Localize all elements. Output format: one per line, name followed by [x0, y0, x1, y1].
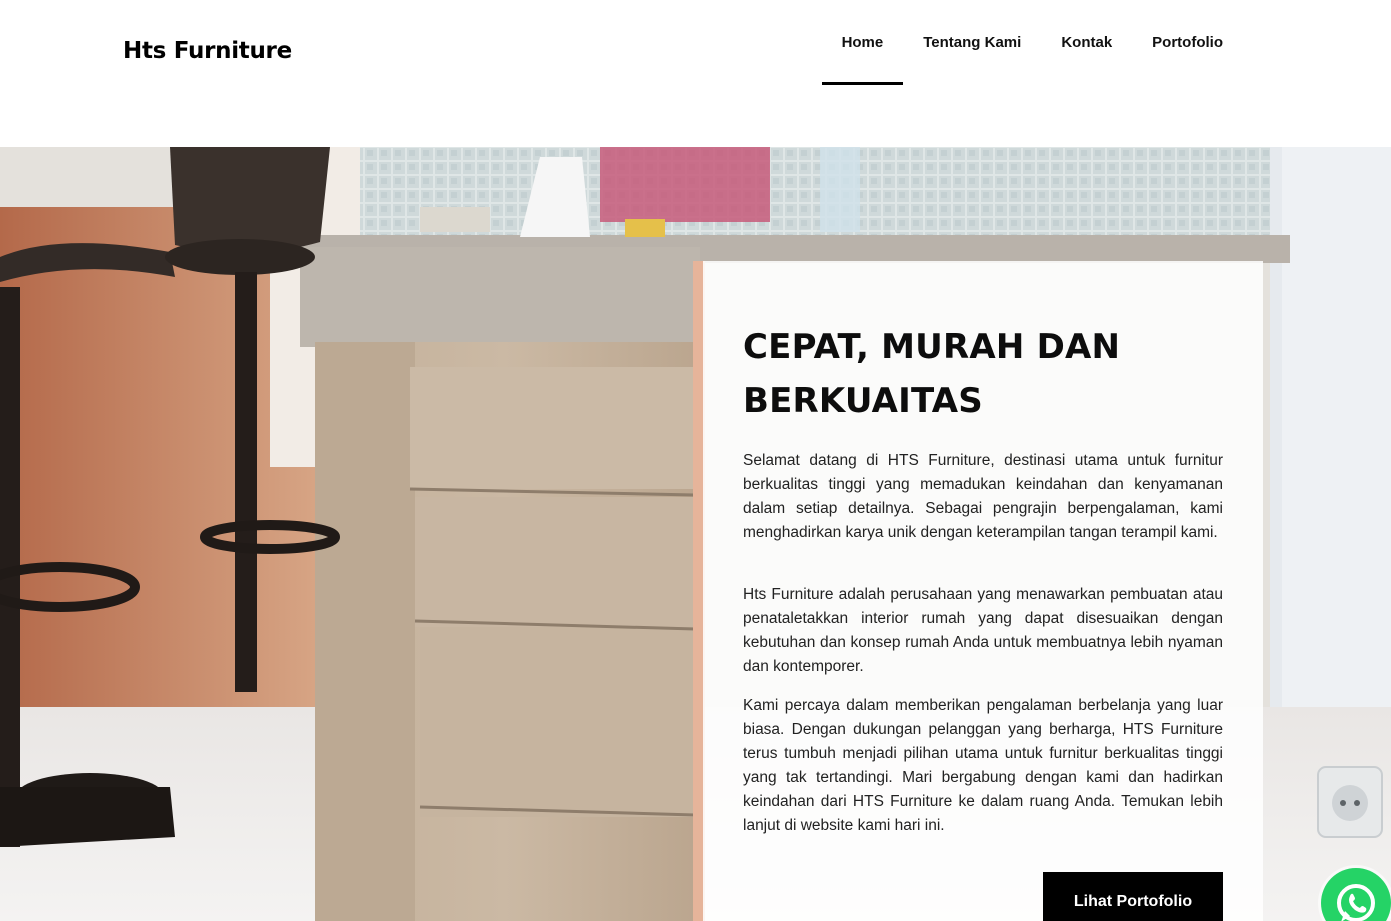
intro-paragraph-2: Hts Furniture adalah perusahaan yang men… — [743, 586, 1223, 675]
brand-logo[interactable]: Hts Furniture — [123, 38, 292, 64]
hero-title: CEPAT, MURAH DAN BERKUAITAS — [743, 327, 1121, 421]
site-header: Hts Furniture Home Tentang Kami Kontak P… — [0, 0, 1391, 147]
nav-kontak[interactable]: Kontak — [1041, 0, 1132, 86]
intro-paragraph-3: Kami percaya dalam memberikan pengalaman… — [743, 697, 1223, 834]
nav-tentang-kami[interactable]: Tentang Kami — [903, 0, 1041, 86]
view-portfolio-button[interactable]: Lihat Portofolio — [1043, 872, 1223, 921]
intro-paragraph-1: Selamat datang di HTS Furniture, destina… — [743, 452, 1223, 541]
nav-portofolio[interactable]: Portofolio — [1132, 0, 1243, 86]
main-nav: Home Tentang Kami Kontak Portofolio — [821, 0, 1243, 86]
nav-home[interactable]: Home — [821, 0, 904, 86]
